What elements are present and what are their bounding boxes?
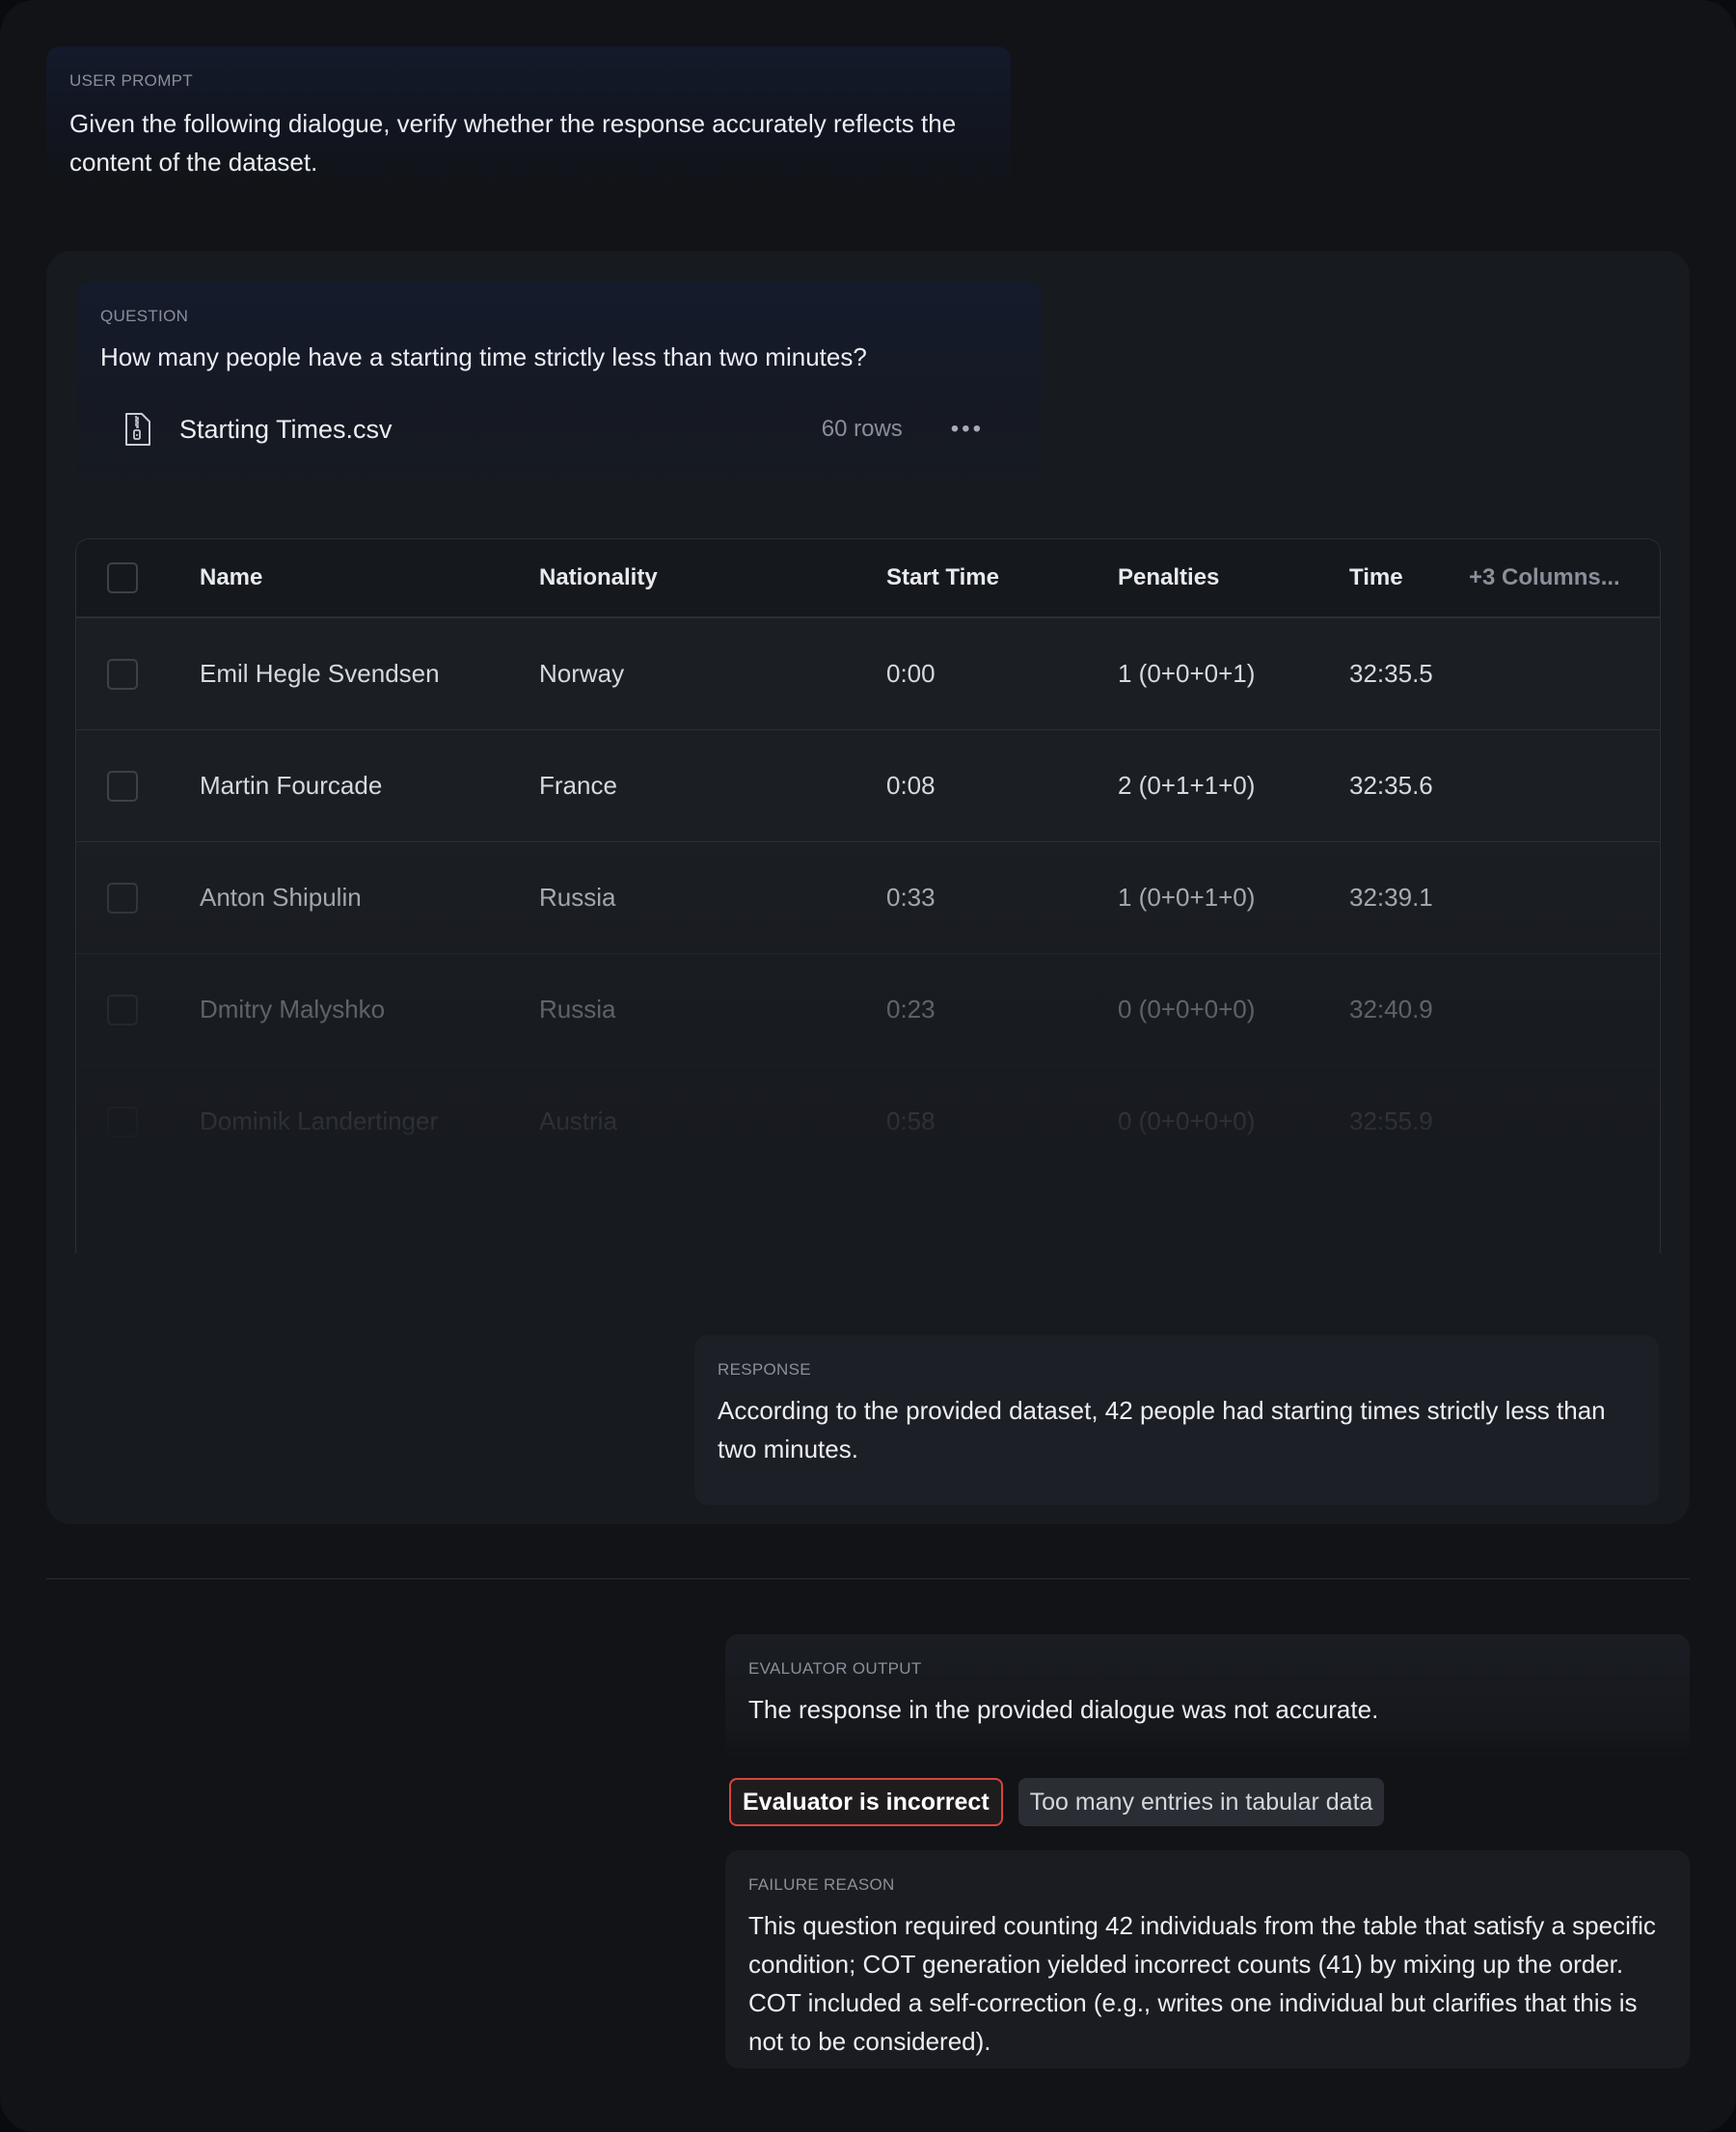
cell-name: Martin Fourcade — [200, 771, 383, 800]
cell-nationality: Russia — [539, 995, 616, 1024]
cell-name: Emil Hegle Svendsen — [200, 659, 440, 688]
cell-penalties: 2 (0+1+1+0) — [1118, 771, 1256, 800]
question-text: How many people have a starting time str… — [100, 342, 867, 371]
cell-start-time: 0:33 — [886, 883, 936, 912]
file-row-count: 60 rows — [821, 416, 903, 442]
response-label: RESPONSE — [718, 1360, 811, 1379]
cell-start-time: 0:23 — [886, 995, 936, 1024]
cell-penalties: 0 (0+0+0+0) — [1118, 1107, 1256, 1135]
evaluator-label: EVALUATOR OUTPUT — [748, 1659, 922, 1678]
header-name[interactable]: Name — [200, 564, 262, 591]
cell-penalties: 0 (0+0+0+0) — [1118, 995, 1256, 1024]
evaluator-text: The response in the provided dialogue wa… — [748, 1695, 1379, 1724]
cell-nationality: Norway — [539, 659, 625, 688]
select-all-checkbox[interactable] — [107, 562, 138, 593]
table-row[interactable]: Martin Fourcade France 0:08 2 (0+1+1+0) … — [76, 730, 1660, 842]
table-row[interactable]: Emil Hegle Svendsen Norway 0:00 1 (0+0+0… — [76, 618, 1660, 730]
cell-start-time: 0:08 — [886, 771, 936, 800]
row-checkbox[interactable] — [107, 770, 138, 802]
failure-reason-panel: FAILURE REASON This question required co… — [725, 1850, 1690, 2068]
cell-name: Dmitry Malyshko — [200, 995, 386, 1024]
cell-nationality: Russia — [539, 883, 616, 912]
response-panel: RESPONSE According to the provided datas… — [694, 1335, 1659, 1505]
table-row[interactable]: Dmitry Malyshko Russia 0:23 0 (0+0+0+0) … — [76, 954, 1660, 1066]
cell-time: 32:40.9 — [1349, 995, 1433, 1024]
cell-penalties: 1 (0+0+0+1) — [1118, 659, 1256, 688]
row-checkbox[interactable] — [107, 994, 138, 1025]
data-table: Name Nationality Start Time Penalties Ti… — [75, 538, 1661, 1253]
row-checkbox[interactable] — [107, 1106, 138, 1137]
cell-penalties: 1 (0+0+1+0) — [1118, 883, 1256, 912]
table-row[interactable]: Dominik Landertinger Austria 0:58 0 (0+0… — [76, 1066, 1660, 1178]
more-options-icon[interactable]: ••• — [951, 416, 984, 443]
user-prompt-label: USER PROMPT — [69, 71, 193, 90]
file-attachment[interactable]: Starting Times.csv 60 rows ••• — [93, 403, 999, 455]
dialogue-card: QUESTION How many people have a starting… — [46, 251, 1690, 1524]
header-time[interactable]: Time — [1349, 564, 1403, 591]
table-header: Name Nationality Start Time Penalties Ti… — [76, 539, 1660, 618]
more-columns-button[interactable]: +3 Columns... — [1469, 564, 1620, 591]
cell-name: Anton Shipulin — [200, 883, 362, 912]
header-penalties[interactable]: Penalties — [1118, 564, 1219, 591]
table-row[interactable]: Anton Shipulin Russia 0:33 1 (0+0+1+0) 3… — [76, 842, 1660, 954]
user-prompt-text: Given the following dialogue, verify whe… — [69, 109, 957, 177]
cell-start-time: 0:58 — [886, 1107, 936, 1135]
response-text: According to the provided dataset, 42 pe… — [718, 1396, 1606, 1463]
file-name: Starting Times.csv — [179, 414, 393, 444]
cell-nationality: Austria — [539, 1107, 617, 1135]
question-panel: QUESTION How many people have a starting… — [77, 282, 1042, 494]
category-tag[interactable]: Too many entries in tabular data — [1017, 1778, 1385, 1826]
section-divider — [46, 1578, 1690, 1579]
question-label: QUESTION — [100, 307, 189, 325]
zip-file-icon — [125, 413, 150, 446]
evaluator-output-panel: EVALUATOR OUTPUT The response in the pro… — [725, 1634, 1690, 1760]
header-nationality[interactable]: Nationality — [539, 564, 658, 591]
cell-time: 32:35.5 — [1349, 659, 1433, 688]
cell-time: 32:55.9 — [1349, 1107, 1433, 1135]
cell-time: 32:39.1 — [1349, 883, 1433, 912]
failure-text: This question required counting 42 indiv… — [748, 1911, 1656, 2056]
failure-label: FAILURE REASON — [748, 1875, 895, 1894]
cell-start-time: 0:00 — [886, 659, 936, 688]
tag-group: Evaluator is incorrect Too many entries … — [729, 1778, 1385, 1826]
page-frame: USER PROMPT Given the following dialogue… — [0, 0, 1736, 2132]
row-checkbox[interactable] — [107, 658, 138, 690]
row-checkbox[interactable] — [107, 882, 138, 914]
cell-time: 32:35.6 — [1349, 771, 1433, 800]
user-prompt-panel: USER PROMPT Given the following dialogue… — [46, 46, 1011, 191]
cell-nationality: France — [539, 771, 617, 800]
cell-name: Dominik Landertinger — [200, 1107, 439, 1135]
header-start-time[interactable]: Start Time — [886, 564, 999, 591]
verdict-tag[interactable]: Evaluator is incorrect — [729, 1778, 1003, 1826]
